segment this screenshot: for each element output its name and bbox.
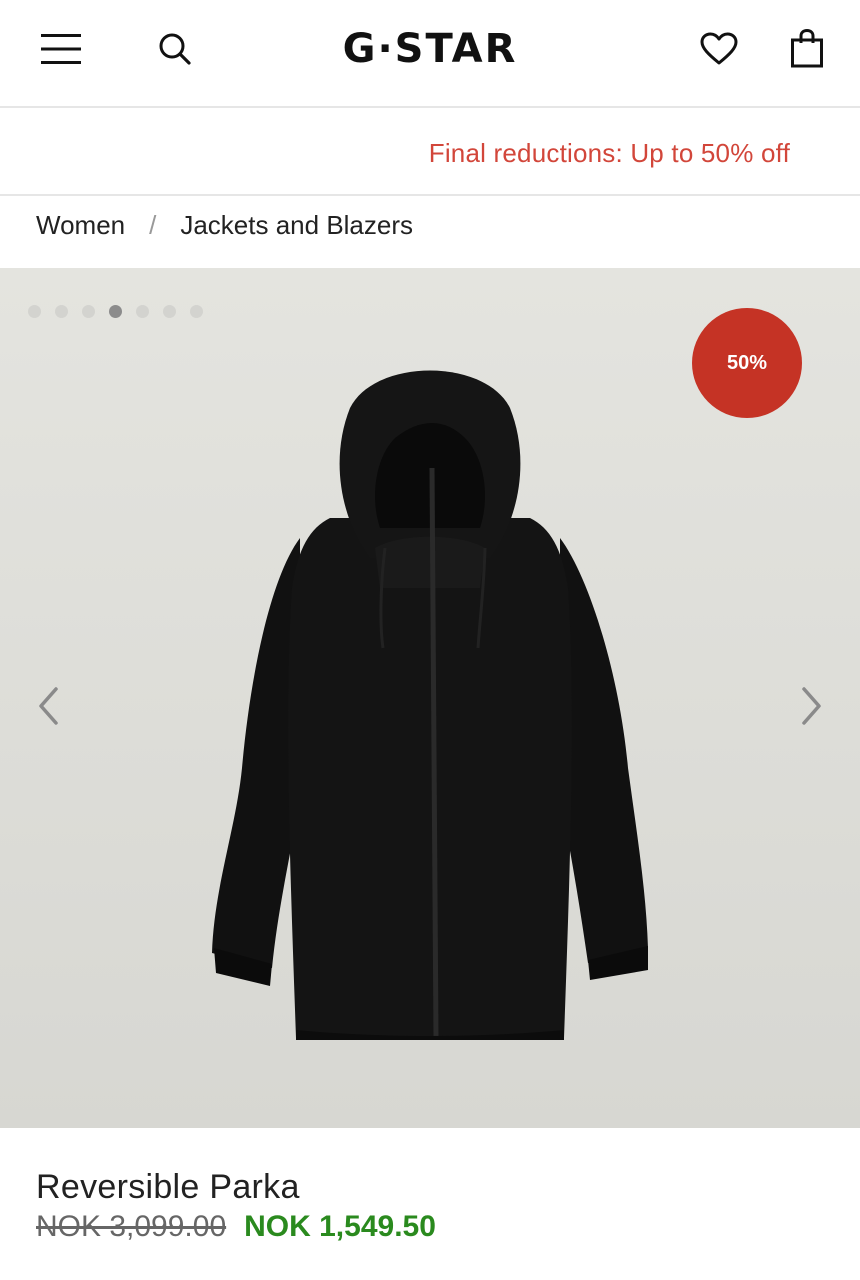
gallery-dot[interactable] <box>136 305 149 318</box>
previous-image-button[interactable] <box>28 678 68 734</box>
promo-text[interactable]: Final reductions: Up to 50% off <box>429 138 790 169</box>
product-image-gallery[interactable]: 50% <box>0 268 860 1128</box>
wishlist-button[interactable] <box>694 24 744 74</box>
chevron-right-icon <box>802 687 821 725</box>
breadcrumb-separator: / <box>149 209 157 240</box>
promo-banner: Final reductions: Up to 50% off <box>0 110 860 196</box>
discount-badge: 50% <box>692 308 802 418</box>
g-star-logo: G·STAR <box>343 28 518 68</box>
gallery-dot[interactable] <box>190 305 203 318</box>
gallery-dot[interactable] <box>55 305 68 318</box>
breadcrumb-jackets-and-blazers[interactable]: Jackets and Blazers <box>180 210 413 241</box>
menu-button[interactable] <box>36 24 86 74</box>
gallery-dot[interactable] <box>82 305 95 318</box>
search-button[interactable] <box>150 24 200 74</box>
chevron-left-icon <box>39 687 58 725</box>
gallery-dot[interactable] <box>28 305 41 318</box>
original-price: NOK 3,099.00 <box>36 1210 227 1243</box>
search-icon <box>159 33 191 65</box>
svg-text:G·STAR: G·STAR <box>343 28 518 68</box>
price-block: NOK 3,099.00 NOK 1,549.50 <box>36 1210 436 1244</box>
cart-button[interactable] <box>782 24 832 74</box>
next-image-button[interactable] <box>792 678 832 734</box>
gallery-dot[interactable] <box>163 305 176 318</box>
site-header: G·STAR <box>0 0 860 108</box>
shopping-bag-icon <box>791 29 823 68</box>
product-image-black-parka <box>212 370 648 1040</box>
sale-price: NOK 1,549.50 <box>244 1210 436 1243</box>
breadcrumb: Women / Jackets and Blazers <box>36 207 413 243</box>
gallery-dot-active[interactable] <box>109 305 122 318</box>
brand-logo[interactable]: G·STAR <box>290 22 570 74</box>
gallery-pagination <box>28 305 203 318</box>
breadcrumb-women[interactable]: Women <box>36 210 125 241</box>
heart-icon <box>700 32 738 65</box>
menu-icon <box>41 34 81 64</box>
product-title: Reversible Parka <box>36 1168 300 1206</box>
